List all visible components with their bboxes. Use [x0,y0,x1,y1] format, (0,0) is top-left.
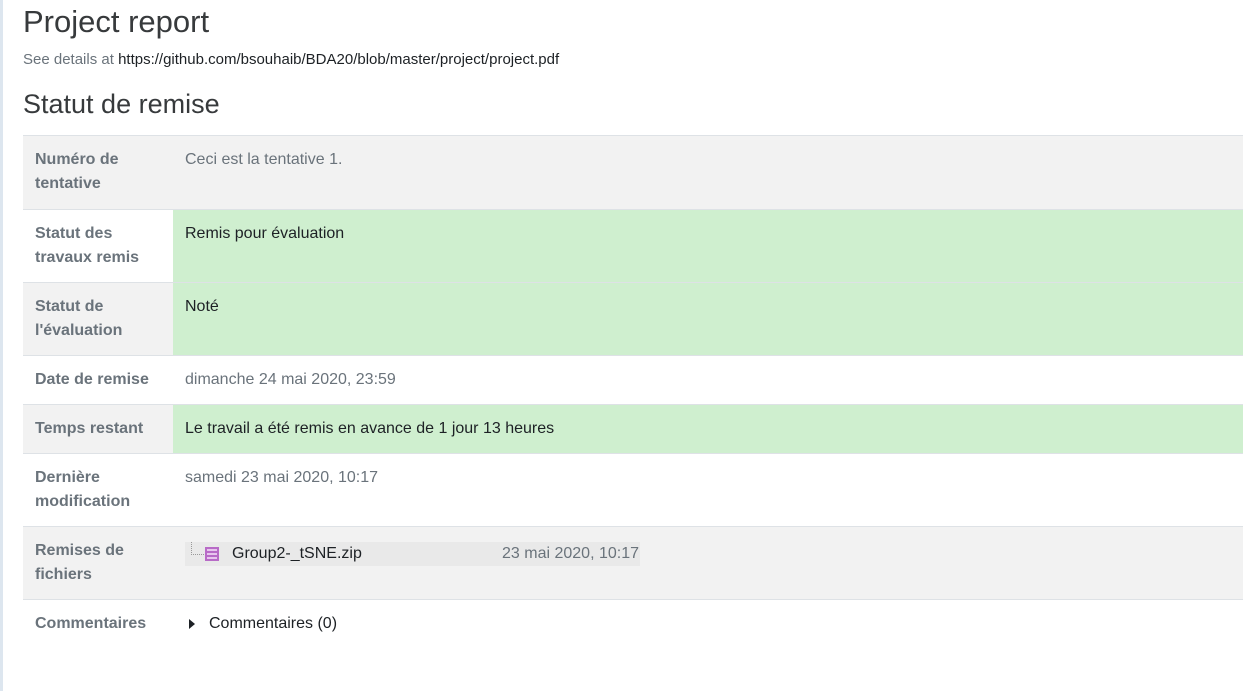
row-label: Statut de l'évaluation [23,282,173,356]
details-link[interactable]: https://github.com/bsouhaib/BDA20/blob/m… [118,51,559,68]
row-label: Remises de fichiers [23,526,173,600]
row-value: Remis pour évaluation [173,209,1243,283]
row-label: Commentaires [23,599,173,649]
row-label: Date de remise [23,355,173,405]
row-due-date: Date de remise dimanche 24 mai 2020, 23:… [23,355,1243,405]
row-submission-status: Statut des travaux remis Remis pour éval… [23,209,1243,283]
comments-toggle[interactable]: Commentaires (0) [189,612,337,636]
row-label: Dernière modification [23,453,173,527]
details-line: See details at https://github.com/bsouha… [23,51,559,68]
archive-zip-icon [205,547,219,561]
row-grading-status: Statut de l'évaluation Noté [23,282,1243,356]
file-date: 23 mai 2020, 10:17 [502,545,639,562]
row-file-submissions: Remises de fichiers Group2-_tSNE.zip 23 … [23,526,1243,600]
details-prefix: See details at [23,51,119,68]
file-download-link[interactable]: Group2-_tSNE.zip [232,542,502,566]
submission-status-table: Numéro de tentative Ceci est la tentativ… [23,135,1243,649]
row-label: Numéro de tentative [23,135,173,210]
row-value: Commentaires (0) [173,599,1243,649]
row-value: dimanche 24 mai 2020, 23:59 [173,355,1243,405]
page: Project report See details at https://gi… [0,0,1243,691]
row-value: samedi 23 mai 2020, 10:17 [173,453,1243,527]
caret-right-icon [189,619,195,629]
row-last-modified: Dernière modification samedi 23 mai 2020… [23,453,1243,527]
page-title: Project report [23,4,210,39]
section-title: Statut de remise [23,89,220,119]
row-value: Ceci est la tentative 1. [173,135,1243,210]
row-value: Noté [173,282,1243,356]
comments-toggle-label: Commentaires (0) [209,615,338,632]
row-comments: Commentaires Commentaires (0) [23,599,1243,649]
row-value: Le travail a été remis en avance de 1 jo… [173,404,1243,454]
tree-connector [191,542,204,555]
row-attempt: Numéro de tentative Ceci est la tentativ… [23,135,1243,210]
row-value: Group2-_tSNE.zip 23 mai 2020, 10:17 [173,526,1243,600]
row-time-remaining: Temps restant Le travail a été remis en … [23,404,1243,454]
row-label: Temps restant [23,404,173,454]
file-entry: Group2-_tSNE.zip 23 mai 2020, 10:17 [185,542,640,566]
row-label: Statut des travaux remis [23,209,173,283]
